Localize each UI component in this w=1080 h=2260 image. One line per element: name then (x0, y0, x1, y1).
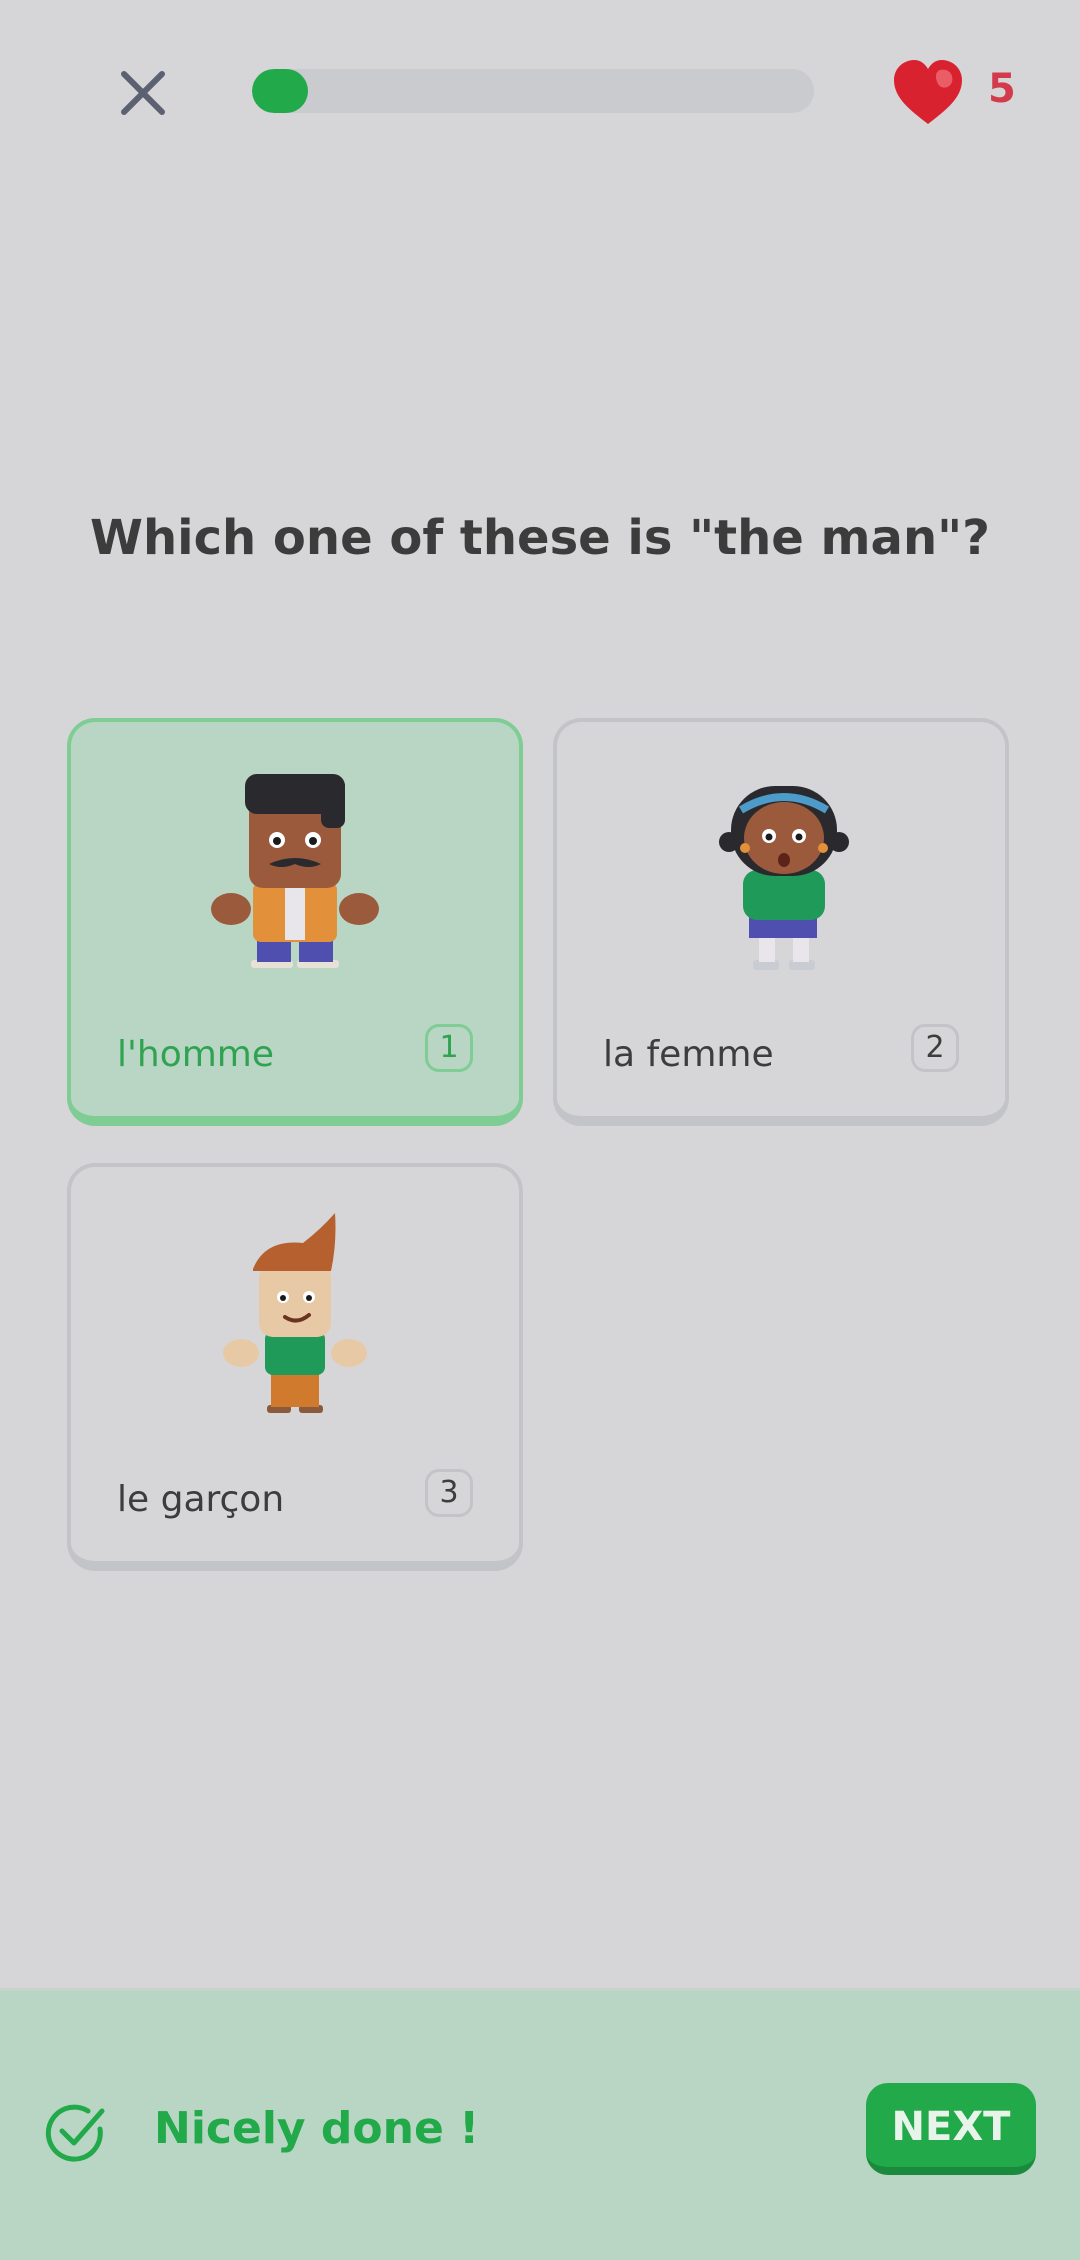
feedback-footer: Nicely done ! NEXT (0, 1988, 1080, 2260)
close-button[interactable] (112, 62, 174, 124)
option-card-la-femme[interactable]: la femme 2 (553, 718, 1009, 1126)
top-bar: 5 (0, 0, 1080, 190)
check-circle-icon (45, 2104, 105, 2162)
option-label: la femme (603, 1034, 774, 1075)
question-title: Which one of these is "the man"? (90, 510, 990, 566)
option-number-badge: 1 (425, 1024, 473, 1072)
feedback-message: Nicely done ! (154, 2103, 480, 2154)
next-button[interactable]: NEXT (866, 2083, 1036, 2175)
option-label: l'homme (117, 1034, 275, 1075)
option-number-badge: 2 (911, 1024, 959, 1072)
lesson-progress-bar (252, 69, 814, 113)
option-label: le garçon (117, 1479, 285, 1520)
close-icon (121, 71, 165, 115)
boy-character-icon (223, 1213, 367, 1413)
lesson-progress-fill (252, 69, 309, 113)
heart-icon (894, 60, 962, 124)
option-number-badge: 3 (425, 1469, 473, 1517)
woman-character-icon (719, 786, 849, 970)
hearts-count: 5 (988, 66, 1016, 112)
option-card-le-garcon[interactable]: le garçon 3 (67, 1163, 523, 1571)
option-card-lhomme[interactable]: l'homme 1 (67, 718, 523, 1126)
hearts-counter: 5 (892, 60, 1052, 130)
man-character-icon (211, 774, 379, 968)
